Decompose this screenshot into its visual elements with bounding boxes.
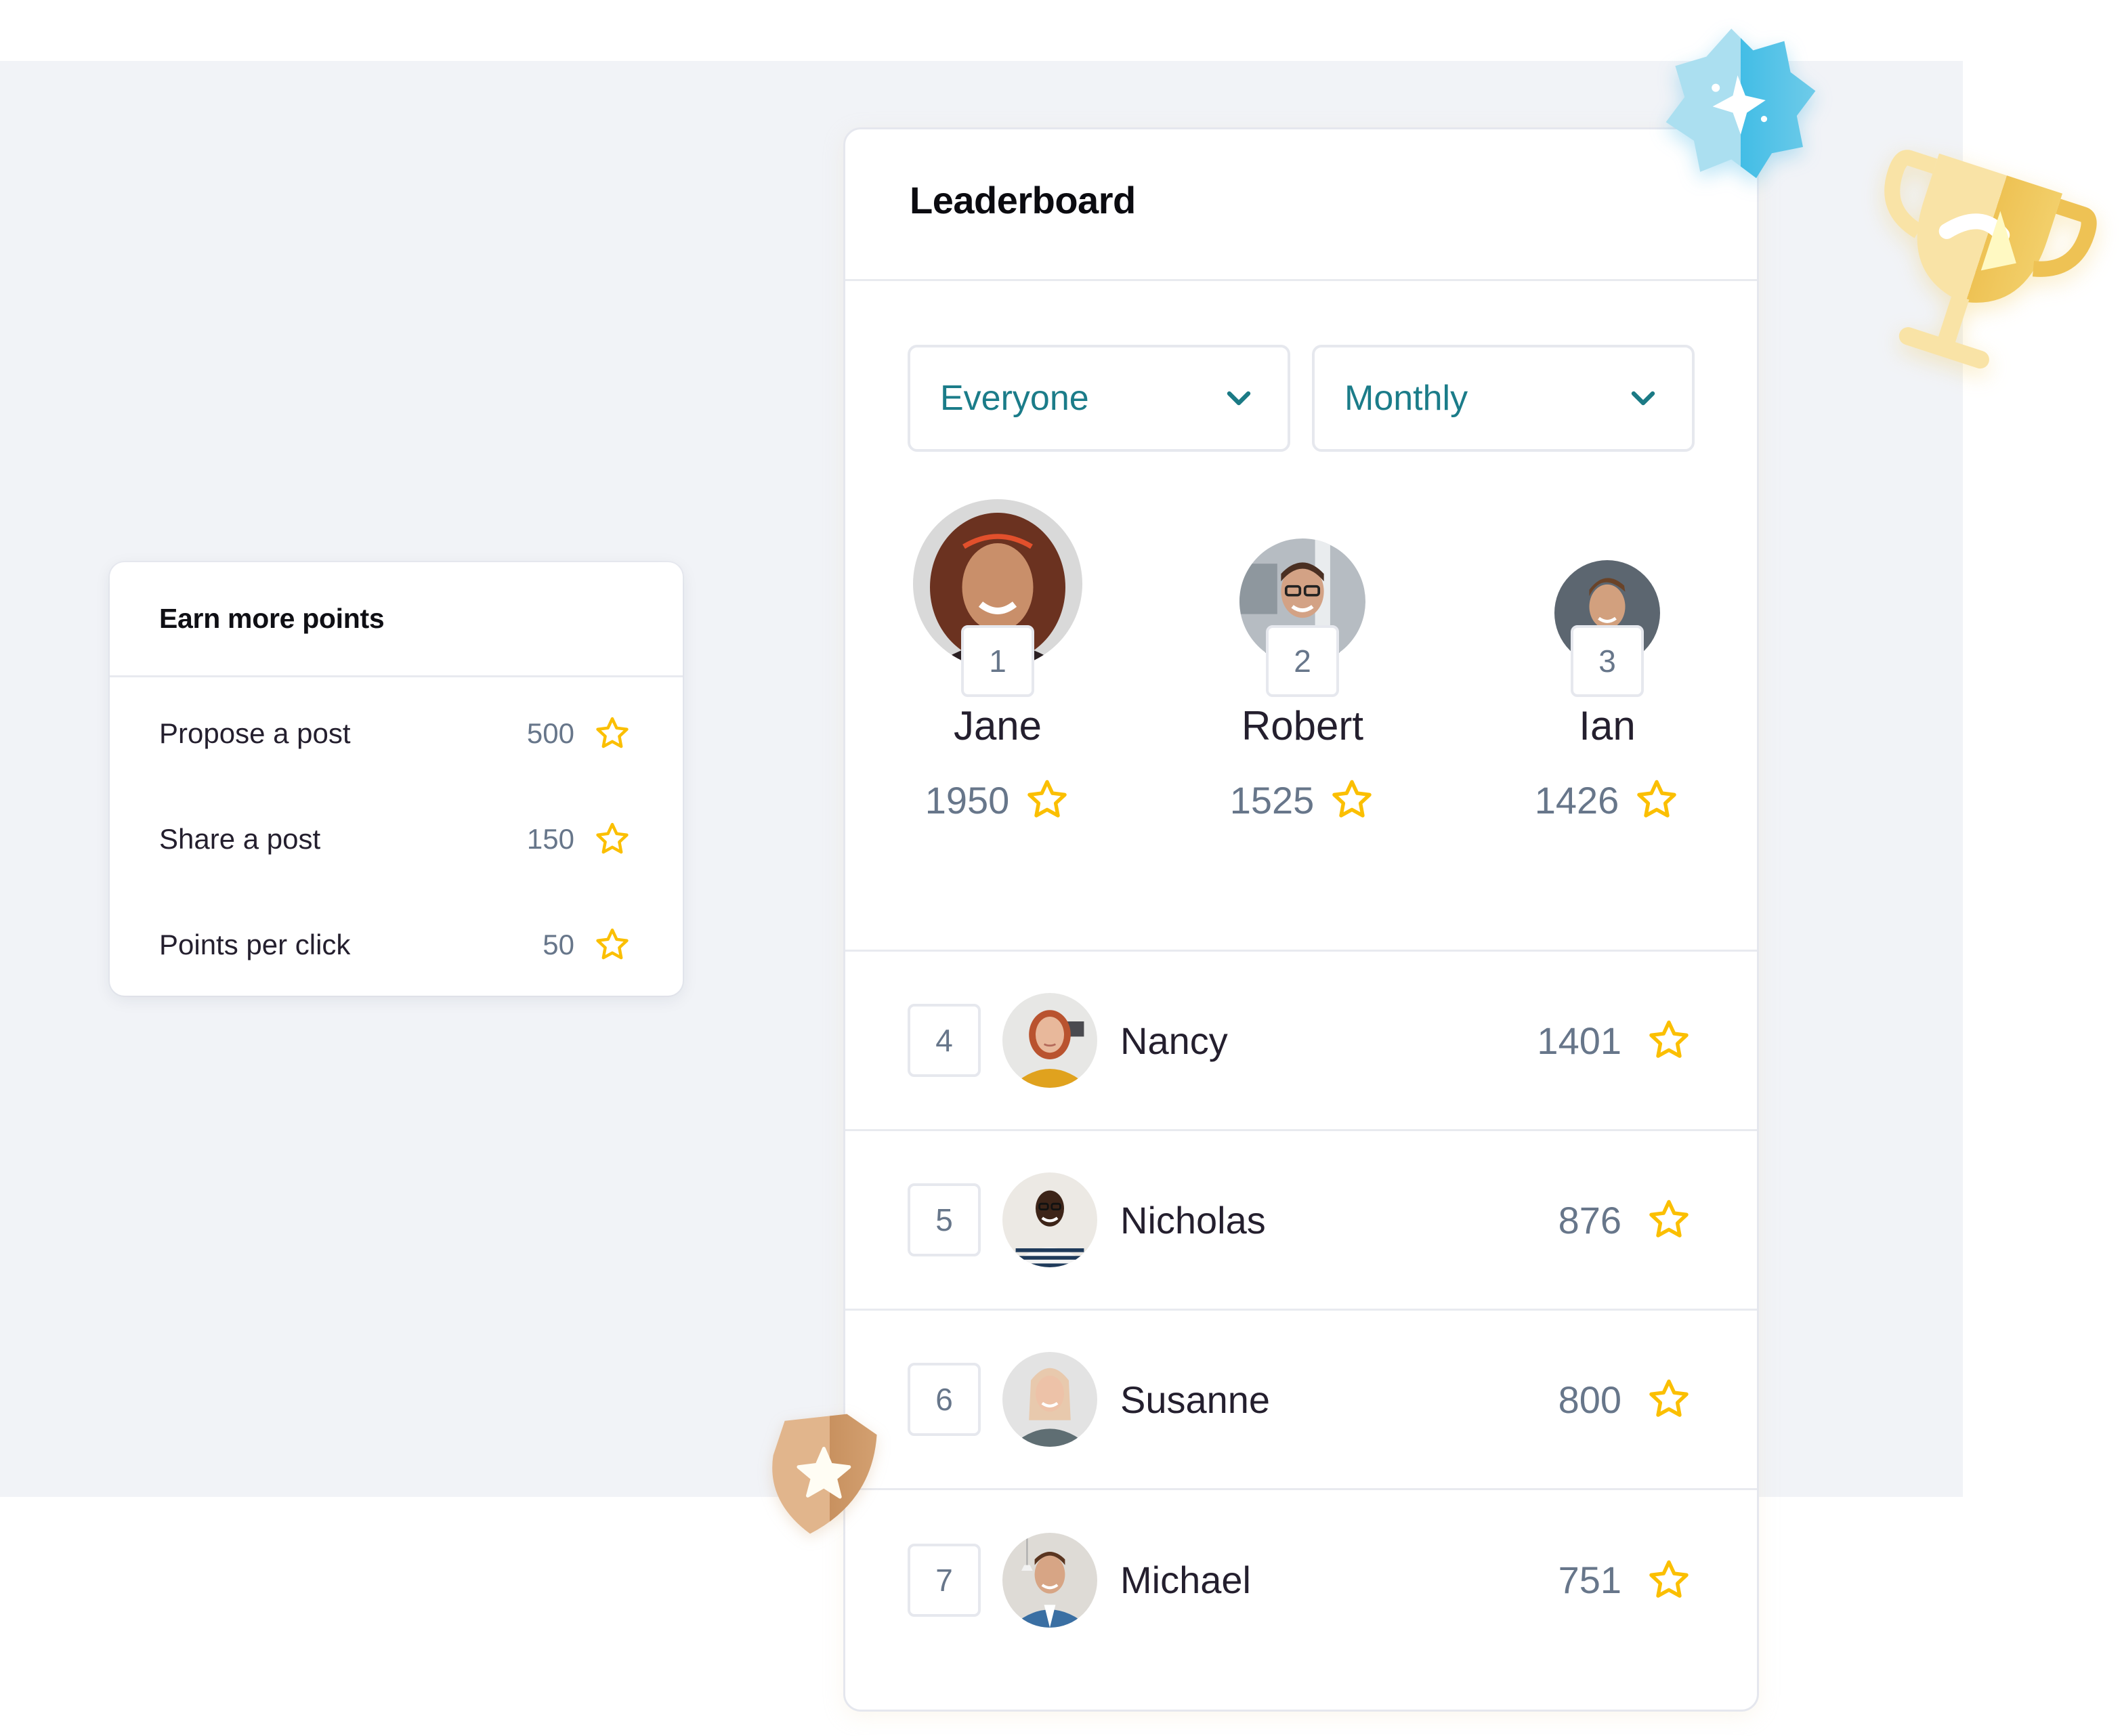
- earn-item-label: Points per click: [159, 929, 351, 960]
- leaderboard-row[interactable]: 4 Nancy 1401: [845, 952, 1757, 1131]
- period-dropdown-value: Monthly: [1344, 379, 1468, 418]
- rank-badge: 5: [908, 1183, 981, 1256]
- leaderboard-list: 4 Nancy 1401 5 Nicholas 876 6 Susanne 80…: [845, 952, 1757, 1670]
- rank-badge: 3: [1571, 625, 1644, 697]
- filter-bar: Everyone Monthly: [845, 281, 1757, 452]
- trophy-icon: [1854, 150, 2097, 374]
- chevron-down-icon: [1631, 391, 1655, 406]
- earn-points-header: Earn more points: [110, 562, 683, 677]
- row-name: Nancy: [1120, 1019, 1228, 1062]
- earn-points-item: Share a post 150: [110, 811, 683, 867]
- star-icon: [1646, 1197, 1692, 1243]
- row-name: Susanne: [1120, 1378, 1271, 1421]
- row-name: Nicholas: [1120, 1198, 1266, 1242]
- shield-star-icon: [764, 1409, 879, 1539]
- podium-name: Jane: [953, 703, 1042, 748]
- podium: 1 Jane 1950 2 Robert 1525 3 Ian 1426: [845, 452, 1757, 952]
- podium-score: 1950: [845, 777, 1150, 823]
- avatar-nancy: [1002, 993, 1097, 1088]
- earn-item-points: 150: [526, 823, 574, 855]
- star-icon: [1646, 1557, 1692, 1603]
- podium-name: Ian: [1579, 703, 1636, 748]
- star-icon: [1024, 777, 1070, 823]
- earn-points-item: Propose a post 500: [110, 706, 683, 761]
- chevron-down-icon: [1227, 391, 1251, 406]
- row-score: 751: [1558, 1559, 1621, 1601]
- row-score: 800: [1558, 1378, 1621, 1421]
- podium-score: 1525: [1150, 777, 1455, 823]
- star-icon: [1646, 1017, 1692, 1063]
- earn-points-card: Earn more points Propose a post 500 Shar…: [110, 562, 683, 996]
- rank-badge: 6: [908, 1363, 981, 1436]
- rank-badge: 1: [961, 625, 1034, 697]
- star-icon: [593, 926, 631, 964]
- earn-item-label: Propose a post: [159, 717, 351, 749]
- earn-item-points: 500: [526, 717, 574, 749]
- star-icon: [1634, 777, 1680, 823]
- rank-badge: 7: [908, 1543, 981, 1617]
- podium-score-value: 1426: [1534, 778, 1619, 822]
- avatar-michael: [1002, 1532, 1097, 1628]
- avatar-nicholas: [1002, 1172, 1097, 1267]
- star-icon: [593, 715, 631, 753]
- leaderboard-card: Leaderboard Everyone Monthly 1 Jane 1950…: [843, 127, 1759, 1712]
- earn-item-points: 50: [543, 929, 574, 960]
- row-name: Michael: [1120, 1559, 1251, 1601]
- star-icon: [1646, 1376, 1692, 1422]
- leaderboard-header: Leaderboard: [845, 129, 1757, 281]
- earn-points-list: Propose a post 500 Share a post 150 Poin…: [110, 677, 683, 973]
- audience-dropdown-value: Everyone: [940, 379, 1089, 418]
- row-score: 876: [1558, 1198, 1621, 1242]
- podium-score-value: 1950: [925, 778, 1010, 822]
- earn-item-label: Share a post: [159, 823, 321, 855]
- sparkle-badge-icon: [1663, 22, 1819, 179]
- leaderboard-row[interactable]: 7 Michael 751: [845, 1490, 1757, 1670]
- podium-score-value: 1525: [1229, 778, 1315, 822]
- podium-name: Robert: [1241, 703, 1364, 748]
- avatar-susanne: [1002, 1352, 1097, 1447]
- star-icon: [1329, 777, 1375, 823]
- row-score: 1401: [1537, 1019, 1621, 1062]
- period-dropdown[interactable]: Monthly: [1312, 345, 1695, 452]
- leaderboard-row[interactable]: 5 Nicholas 876: [845, 1131, 1757, 1311]
- earn-points-title: Earn more points: [159, 603, 385, 634]
- leaderboard-row[interactable]: 6 Susanne 800: [845, 1311, 1757, 1490]
- earn-points-item: Points per click 50: [110, 917, 683, 973]
- star-icon: [593, 820, 631, 858]
- rank-badge: 4: [908, 1004, 981, 1077]
- rank-badge: 2: [1266, 625, 1339, 697]
- audience-dropdown[interactable]: Everyone: [908, 345, 1290, 452]
- leaderboard-title: Leaderboard: [910, 179, 1136, 221]
- podium-score: 1426: [1455, 777, 1759, 823]
